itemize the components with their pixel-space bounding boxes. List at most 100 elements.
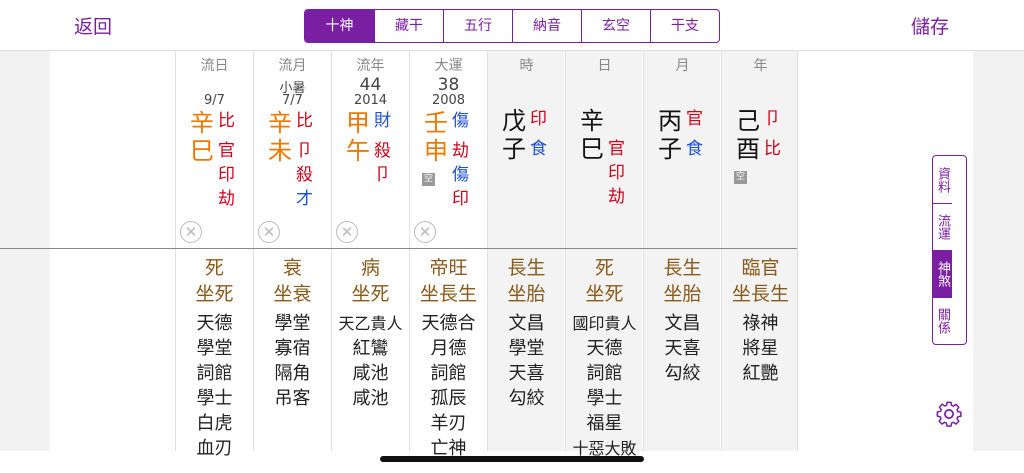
spirit-star-list: 文昌 學堂 天喜 勾絞: [488, 311, 565, 411]
spirit-star: 天德: [586, 338, 623, 359]
spirit-star: 孤辰: [430, 388, 467, 409]
heavenly-stem: 丙: [658, 107, 682, 135]
heavenly-stem: 辛: [580, 107, 604, 135]
earthly-branch: 子: [658, 135, 682, 163]
branch-hidden-god: 比: [764, 139, 781, 159]
tab-4[interactable]: 玄空: [581, 10, 650, 42]
pillar-label: 大運: [434, 58, 463, 74]
spirit-star: 詞館: [430, 363, 467, 384]
branch-hidden-god: 食: [686, 139, 703, 159]
life-stage-seat: 坐死: [195, 283, 234, 305]
branch-hidden-god: 官: [608, 139, 625, 159]
spirit-star: 天喜: [508, 363, 545, 384]
spirit-star: 將星: [742, 338, 779, 359]
side-tab-2[interactable]: 神煞: [933, 250, 952, 297]
spirit-star: 羊刃: [430, 413, 467, 434]
age-number: 38: [437, 75, 460, 95]
earthly-branch: 子: [502, 135, 526, 163]
life-stage: 長生: [507, 257, 546, 279]
stem-ten-god: 卩: [764, 109, 781, 129]
heavenly-stem: 辛: [190, 109, 214, 137]
pillar-column: 流月 小暑 7/7 辛未比卩殺才 ✕ 衰坐衰 學堂 寡宿 隔角 吊客: [253, 51, 330, 451]
spirit-star: 學士: [196, 388, 233, 409]
spirit-star: 文昌: [508, 313, 545, 334]
heavenly-stem: 壬: [424, 109, 448, 137]
life-stage: 病: [360, 257, 380, 279]
pillar-column: 時戊子印食長生 坐胎 文昌 學堂 天喜 勾絞: [487, 51, 564, 451]
pillar-label: 流月: [278, 58, 307, 74]
remove-circle-button[interactable]: ✕: [180, 221, 202, 243]
earthly-branch: 申: [424, 137, 448, 165]
branch-hidden-god: 卩: [296, 141, 313, 161]
branch-hidden-god: 劫: [218, 189, 235, 209]
pillar-label: 流年: [356, 58, 385, 74]
section-divider: [0, 248, 924, 249]
void-badge: 空: [422, 173, 435, 186]
spirit-star: 咸池: [352, 388, 389, 409]
pillar-column: 日辛巳官印劫死坐死 國印貴人 天德 詞館 學士 福星 十惡大敗: [565, 51, 642, 458]
heavenly-stem: 己: [736, 107, 760, 135]
spirit-star: 吊客: [274, 388, 311, 409]
spirit-star: 血刃: [196, 438, 233, 459]
spirit-star: 學堂: [196, 338, 233, 359]
void-badge: 空: [734, 171, 747, 184]
back-button[interactable]: 返回: [74, 12, 112, 39]
pillar-column: 流年 44 2014 甲午財殺卩 ✕ 病坐死 天乙貴人 紅鸞 咸池 咸池: [331, 51, 408, 451]
stem-ten-god: 官: [686, 109, 703, 129]
branch-hidden-god: 傷: [452, 165, 469, 185]
spirit-star-list: 天德 學堂 詞館 學士 白虎 血刃: [176, 311, 253, 461]
spirit-star: 文昌: [664, 313, 701, 334]
remove-circle-button[interactable]: ✕: [258, 221, 280, 243]
date-label: 7/7: [282, 93, 303, 108]
spirit-star-list: 天乙貴人 紅鸞 咸池 咸池: [332, 311, 409, 411]
life-stage-seat: 坐衰: [273, 283, 312, 305]
tab-0[interactable]: 十神: [305, 10, 374, 42]
life-stage-seat: 坐長生: [731, 283, 789, 305]
side-tab-3[interactable]: 關係: [933, 297, 952, 344]
life-stage-seat: 坐胎: [507, 283, 546, 305]
tab-3[interactable]: 納音: [512, 10, 581, 42]
spirit-star: 月德: [430, 338, 467, 359]
spirit-star: 勾絞: [664, 363, 701, 384]
spirit-star: 祿神: [742, 313, 779, 334]
pillar-column: 月丙子官食長生 坐胎 文昌 天喜 勾絞: [643, 51, 720, 451]
pillar-label: 日: [597, 58, 612, 74]
right-margin: [973, 51, 1024, 451]
life-stage-seat: 坐長生: [419, 283, 477, 305]
tab-1[interactable]: 藏干: [374, 10, 443, 42]
remove-circle-button[interactable]: ✕: [336, 221, 358, 243]
age-number: 44: [359, 75, 382, 95]
spirit-star: 詞館: [196, 363, 233, 384]
spirit-star-list: 天德合 月德 詞館 孤辰 羊刃 亡神: [410, 311, 487, 461]
pillar-label: 時: [519, 58, 534, 74]
spirit-star: 天喜: [664, 338, 701, 359]
spirit-star: 國印貴人: [572, 314, 637, 333]
spirit-star-list: 學堂 寡宿 隔角 吊客: [254, 311, 331, 411]
earthly-branch: 巳: [580, 135, 604, 163]
side-tab-0[interactable]: 資料: [933, 156, 952, 203]
tab-2[interactable]: 五行: [443, 10, 512, 42]
life-stage: 帝旺: [429, 257, 468, 279]
remove-circle-button[interactable]: ✕: [414, 221, 436, 243]
spirit-star: 白虎: [196, 413, 233, 434]
gear-icon[interactable]: [935, 400, 963, 428]
save-button[interactable]: 儲存: [911, 12, 949, 39]
branch-hidden-god: 食: [530, 139, 547, 159]
side-tab-1[interactable]: 流運: [933, 203, 952, 250]
branch-hidden-god: 印: [452, 189, 469, 209]
life-stage: 臨官: [741, 257, 780, 279]
date-label: 2008: [431, 93, 466, 108]
tab-5[interactable]: 干支: [650, 10, 719, 42]
spirit-star: 學堂: [274, 313, 311, 334]
spirit-star: 紅鸞: [352, 338, 389, 359]
stem-ten-god: 傷: [452, 111, 469, 131]
spirit-star-list: 文昌 天喜 勾絞: [644, 311, 721, 386]
earthly-branch: 巳: [190, 137, 214, 165]
spirit-star: 詞館: [586, 363, 623, 384]
life-stage: 衰: [282, 257, 302, 279]
top-bar: 返回 十神 藏干 五行 納音 玄空 干支 儲存: [0, 0, 1024, 51]
stem-ten-god: 比: [296, 111, 313, 131]
life-stage-seat: 坐死: [585, 283, 624, 305]
pillar-label: 年: [753, 58, 768, 74]
spirit-star-list: 祿神 將星 紅艷: [722, 311, 799, 386]
